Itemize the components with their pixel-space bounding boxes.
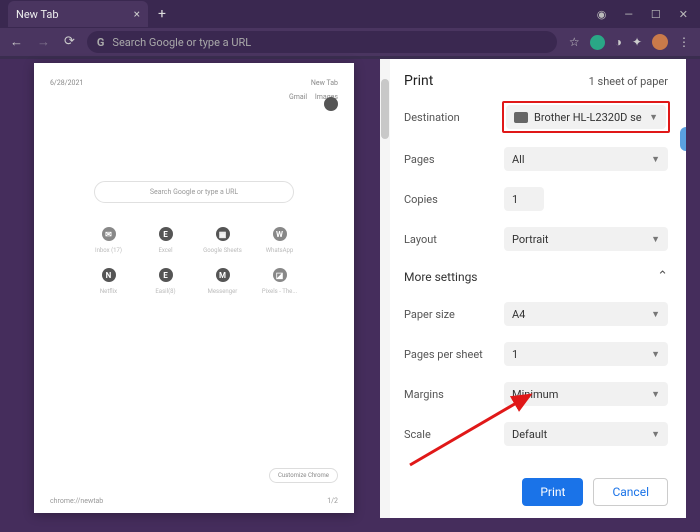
site-icon: G <box>97 36 105 49</box>
copies-label: Copies <box>404 193 494 206</box>
more-settings-toggle[interactable]: More settings ⌃ <box>404 269 668 284</box>
print-dialog: 6/28/2021 New Tab Gmail Images Search Go… <box>0 59 700 532</box>
toolbar: ← → ⟳ G Search Google or type a URL ☆ ◑ … <box>0 28 700 56</box>
chevron-down-icon: ▼ <box>651 234 660 245</box>
avatar-icon <box>324 97 338 111</box>
margins-label: Margins <box>404 388 494 401</box>
paper-size-label: Paper size <box>404 308 494 321</box>
preview-date: 6/28/2021 <box>50 79 83 87</box>
back-icon[interactable]: ← <box>10 34 23 50</box>
scrollbar[interactable] <box>380 59 390 518</box>
chevron-down-icon: ▼ <box>651 349 660 360</box>
chevron-down-icon: ▼ <box>651 429 660 440</box>
browser-tab[interactable]: New Tab × <box>8 1 148 27</box>
maximize-icon[interactable]: ☐ <box>651 8 661 21</box>
preview-title: New Tab <box>311 79 338 87</box>
minimize-icon[interactable]: — <box>624 8 633 21</box>
close-icon[interactable]: × <box>134 7 140 21</box>
close-window-icon[interactable]: ✕ <box>679 8 688 21</box>
pages-select[interactable]: All ▼ <box>504 147 668 171</box>
print-settings-panel: Print 1 sheet of paper Destination Broth… <box>380 59 686 518</box>
highlight-box: Brother HL-L2320D se ▼ <box>502 101 670 133</box>
customize-button: Customize Chrome <box>269 468 338 483</box>
layout-label: Layout <box>404 233 494 246</box>
titlebar: New Tab × + ◉ — ☐ ✕ <box>0 0 700 28</box>
sheet-count: 1 sheet of paper <box>589 75 668 88</box>
shortcut-icon: E <box>159 227 173 241</box>
address-bar[interactable]: G Search Google or type a URL <box>87 31 557 53</box>
chevron-down-icon: ▼ <box>651 389 660 400</box>
destination-select[interactable]: Brother HL-L2320D se ▼ <box>506 105 666 129</box>
pages-per-sheet-label: Pages per sheet <box>404 348 494 361</box>
shortcut-icon: M <box>216 268 230 282</box>
destination-label: Destination <box>404 111 494 124</box>
preview-pagenum: 1/2 <box>327 497 338 505</box>
url-text: Search Google or type a URL <box>112 36 251 49</box>
shortcut-icon: E <box>159 268 173 282</box>
chevron-down-icon: ▼ <box>651 309 660 320</box>
extension-icon[interactable]: ◑ <box>615 35 622 49</box>
forward-icon[interactable]: → <box>37 34 50 50</box>
new-tab-button[interactable]: + <box>158 6 166 22</box>
reload-icon[interactable]: ⟳ <box>64 34 75 50</box>
shortcut-icon: ✉ <box>102 227 116 241</box>
extension-icon[interactable] <box>590 35 605 50</box>
media-icon[interactable]: ◉ <box>597 8 607 21</box>
shortcut-icon: N <box>102 268 116 282</box>
extensions-icon[interactable]: ✦ <box>632 35 642 49</box>
paper-size-select[interactable]: A4 ▼ <box>504 302 668 326</box>
pages-per-sheet-select[interactable]: 1 ▼ <box>504 342 668 366</box>
side-indicator <box>680 127 686 151</box>
shortcut-icon: W <box>273 227 287 241</box>
copies-input[interactable] <box>504 187 544 211</box>
star-icon[interactable]: ☆ <box>569 35 580 49</box>
print-preview: 6/28/2021 New Tab Gmail Images Search Go… <box>14 59 374 518</box>
chevron-down-icon: ▼ <box>651 154 660 165</box>
scrollbar-thumb[interactable] <box>381 79 389 139</box>
gmail-link: Gmail <box>289 93 307 101</box>
cancel-button[interactable]: Cancel <box>593 478 668 506</box>
preview-url: chrome://newtab <box>50 497 103 505</box>
scale-label: Scale <box>404 428 494 441</box>
printer-icon <box>514 112 528 123</box>
shortcut-grid: ✉Inbox (17) EExcel ▦Google Sheets WWhats… <box>84 227 304 295</box>
tab-title: New Tab <box>16 8 59 21</box>
preview-search: Search Google or type a URL <box>94 181 294 203</box>
layout-select[interactable]: Portrait ▼ <box>504 227 668 251</box>
window-controls: ◉ — ☐ ✕ <box>597 8 700 21</box>
preview-page: 6/28/2021 New Tab Gmail Images Search Go… <box>34 63 354 513</box>
pages-label: Pages <box>404 153 494 166</box>
avatar[interactable] <box>652 34 668 50</box>
chevron-up-icon: ⌃ <box>657 269 668 284</box>
scale-select[interactable]: Default ▼ <box>504 422 668 446</box>
shortcut-icon: ◪ <box>273 268 287 282</box>
margins-select[interactable]: Minimum ▼ <box>504 382 668 406</box>
chevron-down-icon: ▼ <box>649 112 658 123</box>
panel-title: Print <box>404 73 433 89</box>
menu-icon[interactable]: ⋮ <box>678 35 690 49</box>
print-button[interactable]: Print <box>522 478 583 506</box>
shortcut-icon: ▦ <box>216 227 230 241</box>
